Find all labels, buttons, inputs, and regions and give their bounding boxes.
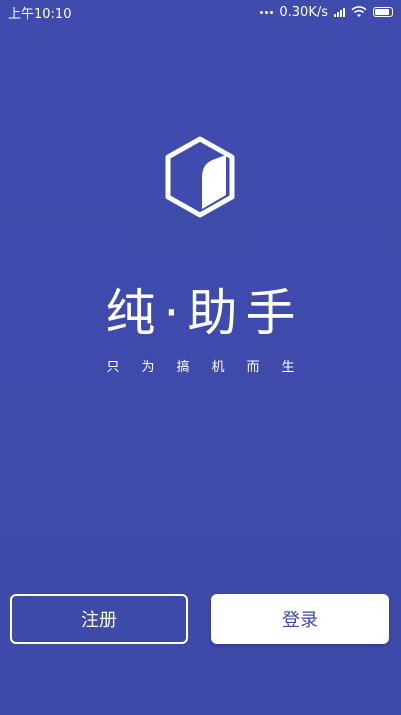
app-subtitle: 只为搞机而生 xyxy=(106,360,317,375)
battery-icon xyxy=(373,7,393,17)
cube-logo-icon xyxy=(162,135,238,219)
splash-screen: 上午10:10 0.30K/s 纯·助手 只为搞机而生 注册 登录 xyxy=(0,0,401,715)
wifi-icon xyxy=(351,6,367,18)
status-time: 上午10:10 xyxy=(8,6,72,22)
network-speed: 0.30K/s xyxy=(279,4,328,20)
status-left: 上午10:10 xyxy=(8,3,71,22)
login-button[interactable]: 登录 xyxy=(211,594,389,644)
status-right: 0.30K/s xyxy=(260,5,393,20)
register-button[interactable]: 注册 xyxy=(10,594,188,644)
app-title: 纯·助手 xyxy=(105,284,304,342)
more-dots-icon xyxy=(260,10,274,14)
status-bar: 上午10:10 0.30K/s xyxy=(0,0,401,24)
signal-icon xyxy=(334,7,345,17)
